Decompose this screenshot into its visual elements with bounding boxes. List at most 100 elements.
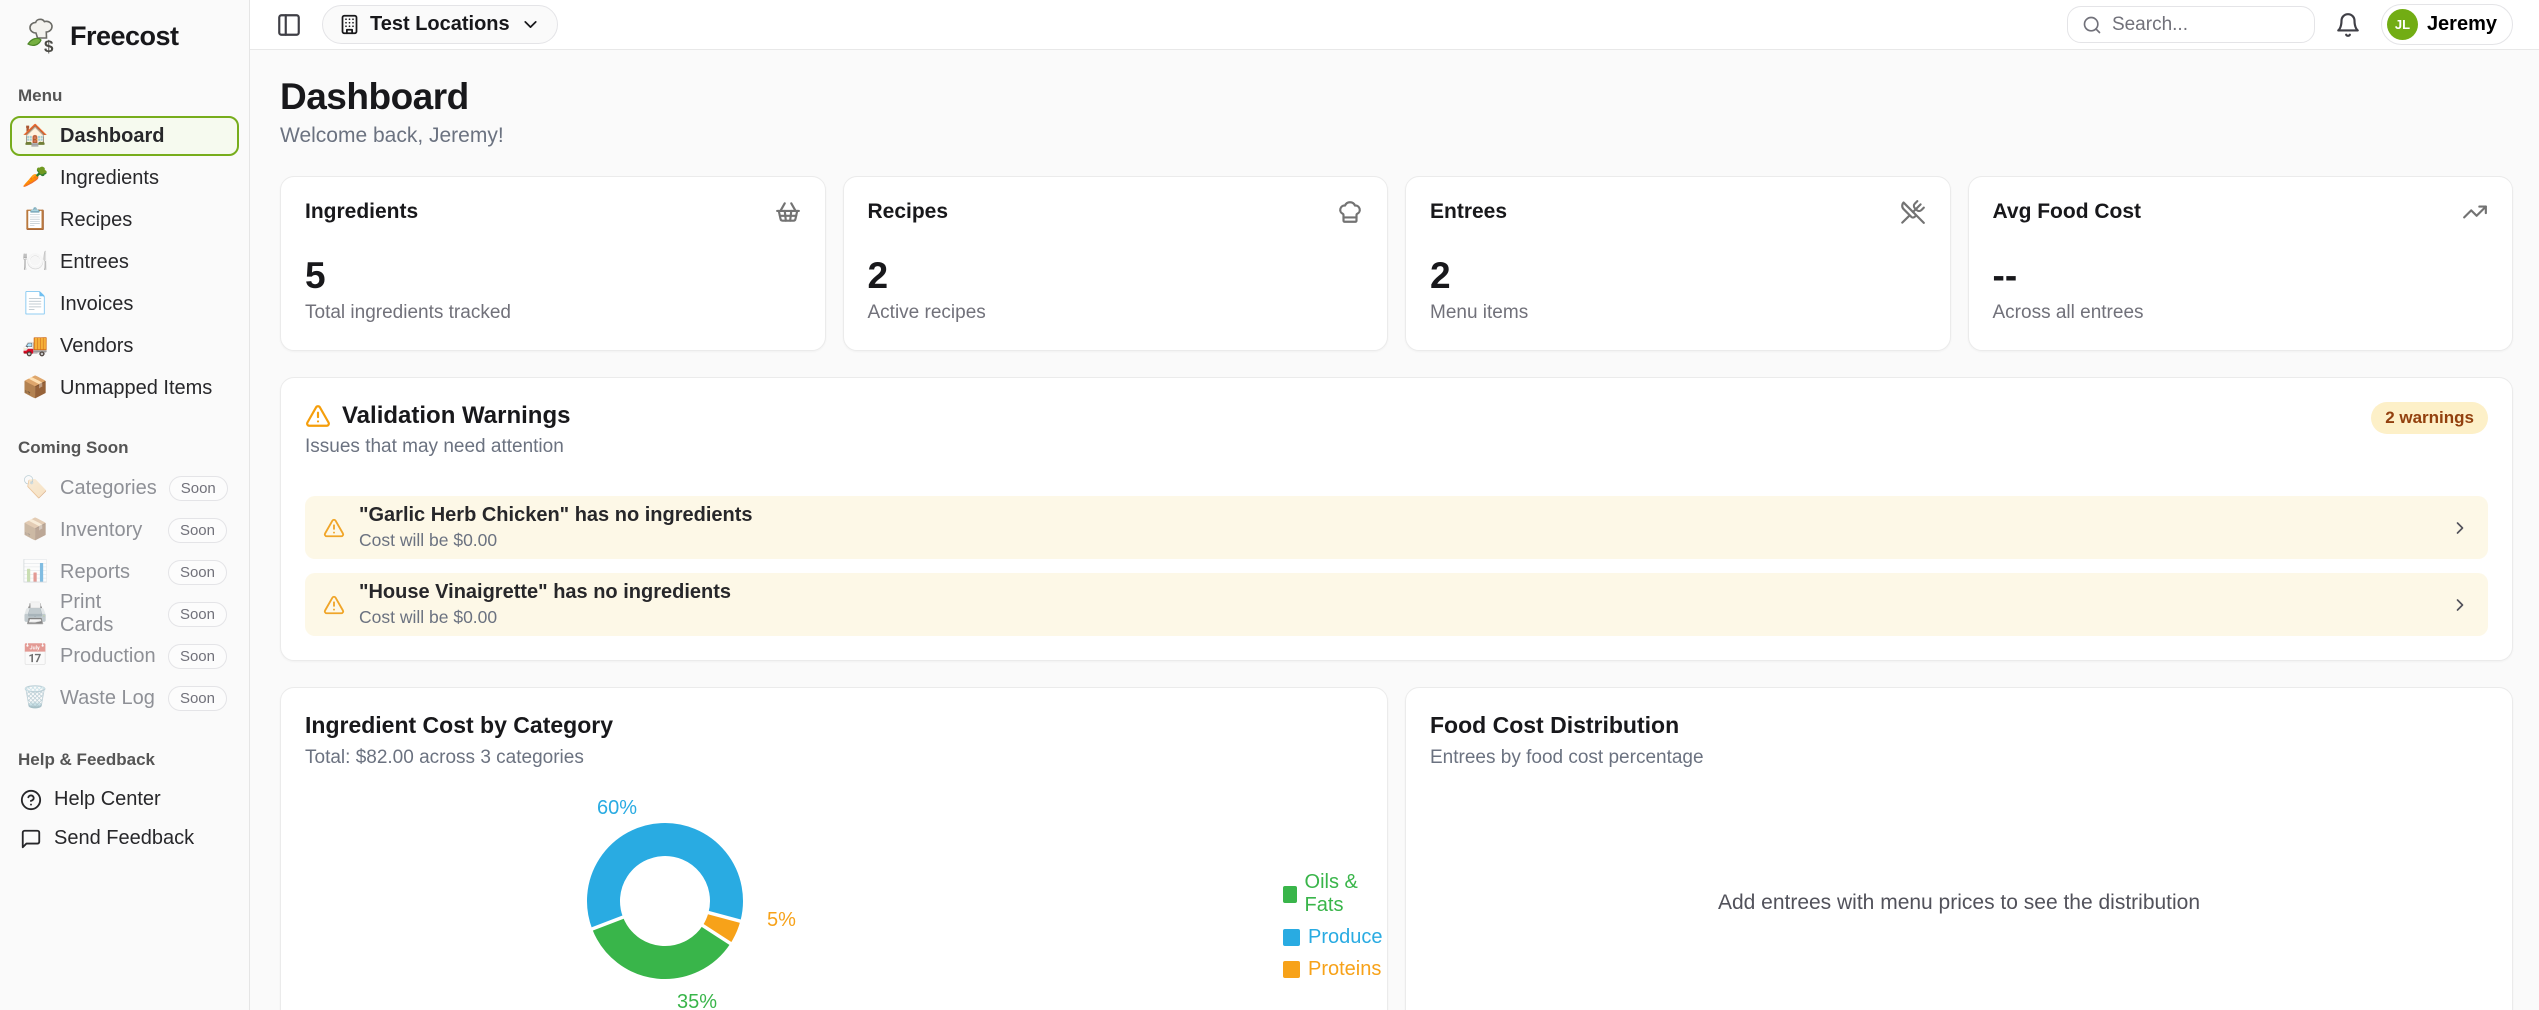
- chevron-right-icon: [2450, 518, 2470, 538]
- stat-card-avg-food-cost: Avg Food Cost -- Across all entrees: [1968, 176, 2514, 351]
- legend-swatch-green: [1283, 886, 1297, 903]
- panel-left-icon: [276, 12, 302, 38]
- sidebar-item-label: Inventory: [60, 519, 142, 542]
- stat-card-recipes: Recipes 2 Active recipes: [843, 176, 1389, 351]
- package-icon: 📦: [22, 518, 48, 542]
- sidebar-item-unmapped-items[interactable]: 📦 Unmapped Items: [10, 368, 239, 408]
- stats-grid: Ingredients 5 Total ingredients tracked …: [280, 176, 2513, 351]
- alert-triangle-icon: [323, 517, 345, 539]
- stat-title: Ingredients: [305, 200, 418, 224]
- food-cost-distribution-card: Food Cost Distribution Entrees by food c…: [1405, 687, 2513, 1010]
- sidebar-section-help: Help & Feedback: [10, 750, 239, 770]
- sidebar-item-categories[interactable]: 🏷️ Categories Soon: [10, 468, 239, 508]
- stat-caption: Menu items: [1430, 302, 1926, 324]
- warning-title: "Garlic Herb Chicken" has no ingredients: [359, 504, 2436, 527]
- sidebar-item-inventory[interactable]: 📦 Inventory Soon: [10, 510, 239, 550]
- stat-value: 5: [305, 255, 801, 297]
- legend-item-oils-fats: Oils & Fats: [1283, 871, 1383, 917]
- shopping-basket-icon: [775, 199, 801, 225]
- sidebar-item-ingredients[interactable]: 🥕 Ingredients: [10, 158, 239, 198]
- trending-up-icon: [2462, 199, 2488, 225]
- stat-caption: Total ingredients tracked: [305, 302, 801, 324]
- stat-title: Entrees: [1430, 200, 1507, 224]
- chef-hat-icon: [1337, 199, 1363, 225]
- donut-label-produce: 60%: [597, 797, 637, 820]
- legend-label: Oils & Fats: [1305, 871, 1383, 917]
- donut-label-oils-fats: 35%: [677, 991, 717, 1010]
- sidebar-item-waste-log[interactable]: 🗑️ Waste Log Soon: [10, 678, 239, 718]
- warnings-subtitle: Issues that may need attention: [305, 436, 570, 458]
- stat-title: Avg Food Cost: [1993, 200, 2142, 224]
- legend-swatch-blue: [1283, 929, 1300, 946]
- bar-chart-icon: 📊: [22, 560, 48, 584]
- user-name: Jeremy: [2427, 13, 2497, 36]
- user-menu[interactable]: JL Jeremy: [2381, 4, 2513, 45]
- sidebar-item-help-center[interactable]: Help Center: [10, 780, 239, 819]
- help-circle-icon: [20, 789, 42, 811]
- chart-subtitle: Total: $82.00 across 3 categories: [305, 747, 1363, 769]
- chevron-down-icon: [520, 14, 541, 35]
- chevron-right-icon: [2450, 595, 2470, 615]
- legend-item-proteins: Proteins: [1283, 958, 1383, 981]
- sidebar-item-production[interactable]: 📅 Production Soon: [10, 636, 239, 676]
- freecost-logo-icon: $: [20, 16, 60, 56]
- sidebar-item-label: Recipes: [60, 209, 132, 232]
- sidebar-item-label: Print Cards: [60, 591, 156, 637]
- stat-value: 2: [1430, 255, 1926, 297]
- soon-badge: Soon: [168, 518, 227, 543]
- building-icon: [339, 14, 360, 35]
- plate-cutlery-icon: 🍽️: [22, 250, 48, 274]
- donut-chart: 60% 5% 35% Oils & Fats Produce: [305, 769, 1363, 1010]
- page-subtitle: Welcome back, Jeremy!: [280, 124, 2513, 148]
- ingredient-cost-chart-card: Ingredient Cost by Category Total: $82.0…: [280, 687, 1388, 1010]
- carrot-icon: 🥕: [22, 166, 48, 190]
- search-icon: [2082, 15, 2102, 35]
- chart-title: Food Cost Distribution: [1430, 712, 2488, 739]
- donut-chart-graphic: [585, 821, 745, 981]
- alert-triangle-icon: [305, 403, 331, 429]
- warning-subtitle: Cost will be $0.00: [359, 530, 2436, 551]
- tag-icon: 🏷️: [22, 476, 48, 500]
- warning-subtitle: Cost will be $0.00: [359, 607, 2436, 628]
- svg-text:$: $: [44, 37, 54, 56]
- search-box[interactable]: [2067, 6, 2315, 43]
- warning-row-house-vinaigrette[interactable]: "House Vinaigrette" has no ingredients C…: [305, 573, 2488, 636]
- sidebar-item-label: Invoices: [60, 293, 133, 316]
- warnings-title: Validation Warnings: [342, 402, 570, 430]
- empty-state-message: Add entrees with menu prices to see the …: [1430, 769, 2488, 1010]
- donut-label-proteins: 5%: [767, 909, 796, 932]
- sidebar-item-print-cards[interactable]: 🖨️ Print Cards Soon: [10, 594, 239, 634]
- soon-badge: Soon: [169, 476, 228, 501]
- sidebar-item-label: Help Center: [54, 788, 161, 811]
- sidebar-item-vendors[interactable]: 🚚 Vendors: [10, 326, 239, 366]
- soon-badge: Soon: [168, 602, 227, 627]
- sidebar-item-dashboard[interactable]: 🏠 Dashboard: [10, 116, 239, 156]
- legend-item-produce: Produce: [1283, 926, 1383, 949]
- soon-badge: Soon: [168, 644, 227, 669]
- chart-subtitle: Entrees by food cost percentage: [1430, 747, 2488, 769]
- legend-label: Proteins: [1308, 958, 1381, 981]
- wastebasket-icon: 🗑️: [22, 686, 48, 710]
- printer-icon: 🖨️: [22, 602, 48, 626]
- stat-title: Recipes: [868, 200, 949, 224]
- sidebar-item-label: Production: [60, 645, 156, 668]
- sidebar-item-send-feedback[interactable]: Send Feedback: [10, 819, 239, 858]
- sidebar-item-recipes[interactable]: 📋 Recipes: [10, 200, 239, 240]
- bell-icon: [2335, 12, 2361, 38]
- sidebar-toggle-button[interactable]: [276, 12, 302, 38]
- sidebar-item-entrees[interactable]: 🍽️ Entrees: [10, 242, 239, 282]
- topbar: Test Locations JL: [250, 0, 2539, 50]
- sidebar-item-label: Unmapped Items: [60, 377, 212, 400]
- location-selector-label: Test Locations: [370, 13, 510, 36]
- sidebar-item-label: Send Feedback: [54, 827, 194, 850]
- house-icon: 🏠: [22, 124, 48, 148]
- notifications-button[interactable]: [2335, 12, 2361, 38]
- sidebar-item-reports[interactable]: 📊 Reports Soon: [10, 552, 239, 592]
- sidebar-item-label: Vendors: [60, 335, 133, 358]
- sidebar-item-invoices[interactable]: 📄 Invoices: [10, 284, 239, 324]
- app-logo: $ Freecost: [10, 12, 239, 70]
- search-input[interactable]: [2112, 14, 2300, 36]
- chart-legend: Oils & Fats Produce Proteins: [1283, 871, 1383, 981]
- warning-row-garlic-herb-chicken[interactable]: "Garlic Herb Chicken" has no ingredients…: [305, 496, 2488, 559]
- location-selector[interactable]: Test Locations: [322, 5, 558, 44]
